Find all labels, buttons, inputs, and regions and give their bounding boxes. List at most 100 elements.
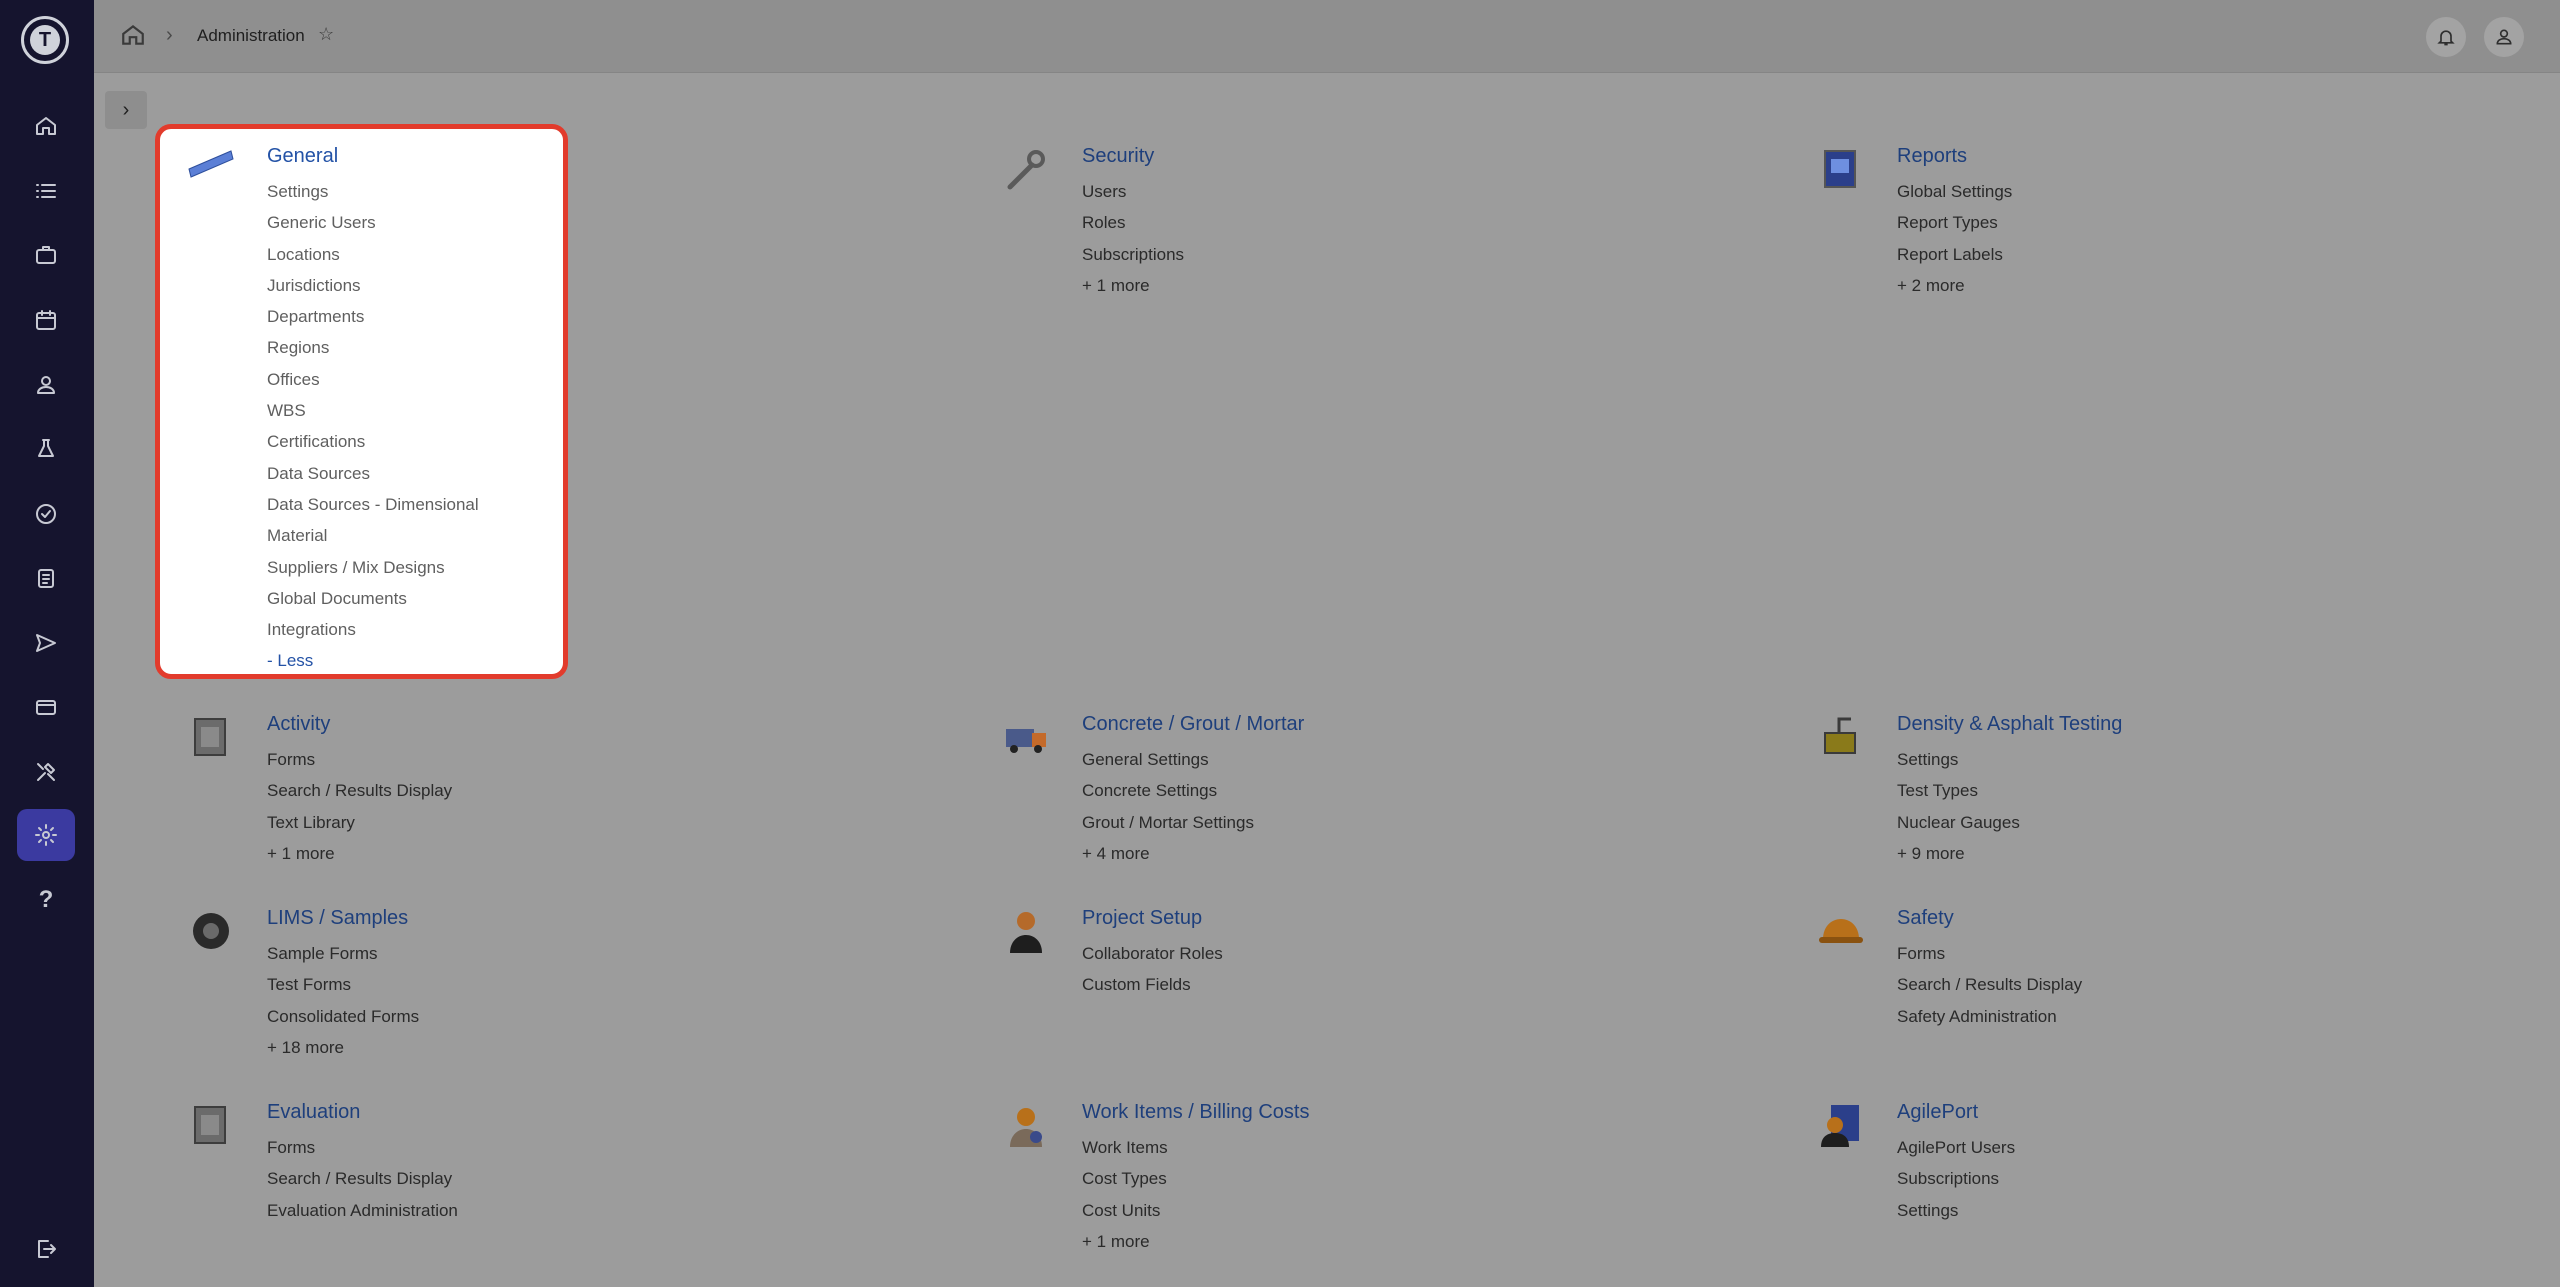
link-roles[interactable]: Roles	[1082, 212, 1184, 243]
link-generic-users[interactable]: Generic Users	[267, 212, 479, 243]
more-link[interactable]: + 9 more	[1897, 843, 2020, 874]
favorite-star-icon[interactable]: ☆	[318, 24, 334, 45]
section-title[interactable]: Concrete / Grout / Mortar	[1082, 713, 1304, 736]
link-users[interactable]: Users	[1082, 181, 1184, 212]
link-collaborator-roles[interactable]: Collaborator Roles	[1082, 943, 1223, 974]
link-search-results-display[interactable]: Search / Results Display	[267, 1168, 458, 1199]
nav-list[interactable]	[17, 165, 75, 217]
link-consolidated-forms[interactable]: Consolidated Forms	[267, 1006, 419, 1037]
credit-card-icon	[36, 700, 56, 715]
send-icon	[36, 634, 56, 652]
section-title[interactable]: Safety	[1897, 907, 1954, 930]
more-link[interactable]: + 1 more	[267, 843, 452, 874]
section-title[interactable]: General	[267, 145, 338, 168]
link-suppliers-mix-designs[interactable]: Suppliers / Mix Designs	[267, 557, 479, 588]
link-subscriptions[interactable]: Subscriptions	[1082, 244, 1184, 275]
link-grout-mortar-settings[interactable]: Grout / Mortar Settings	[1082, 812, 1254, 843]
app-logo[interactable]: T	[21, 16, 69, 64]
link-report-labels[interactable]: Report Labels	[1897, 244, 2012, 275]
nav-lab[interactable]	[17, 423, 75, 475]
breadcrumb-separator-icon: ›	[166, 24, 173, 46]
nav-home[interactable]	[17, 100, 75, 152]
link-search-results-display[interactable]: Search / Results Display	[267, 780, 452, 811]
expand-panel-button[interactable]: ›	[105, 91, 147, 129]
user-menu-button[interactable]	[2484, 17, 2524, 57]
more-link[interactable]: + 1 more	[1082, 275, 1184, 306]
link-test-types[interactable]: Test Types	[1897, 780, 2020, 811]
nav-calendar[interactable]	[17, 294, 75, 346]
link-wbs[interactable]: WBS	[267, 400, 479, 431]
link-sample-forms[interactable]: Sample Forms	[267, 943, 419, 974]
left-nav-rail: T ?	[0, 0, 94, 1287]
compactor-icon	[1824, 717, 1856, 754]
link-subscriptions[interactable]: Subscriptions	[1897, 1168, 2015, 1199]
tools-icon	[37, 763, 55, 781]
link-work-items[interactable]: Work Items	[1082, 1137, 1168, 1168]
link-cost-types[interactable]: Cost Types	[1082, 1168, 1168, 1199]
nav-help[interactable]: ?	[17, 874, 75, 926]
breadcrumb-home[interactable]	[120, 22, 146, 48]
link-offices[interactable]: Offices	[267, 369, 479, 400]
section-title[interactable]: Reports	[1897, 145, 1967, 168]
concrete-truck-icon	[1006, 729, 1046, 753]
nav-billing[interactable]	[17, 681, 75, 733]
link-regions[interactable]: Regions	[267, 337, 479, 368]
more-link[interactable]: + 2 more	[1897, 275, 2012, 306]
notifications-button[interactable]	[2426, 17, 2466, 57]
link-forms[interactable]: Forms	[267, 749, 452, 780]
link-material[interactable]: Material	[267, 525, 479, 556]
link-cost-units[interactable]: Cost Units	[1082, 1200, 1168, 1231]
section-title[interactable]: Evaluation	[267, 1101, 360, 1124]
home-icon	[122, 24, 144, 45]
link-certifications[interactable]: Certifications	[267, 431, 479, 462]
link-data-sources-dimensional[interactable]: Data Sources - Dimensional	[267, 494, 479, 525]
link-concrete-settings[interactable]: Concrete Settings	[1082, 780, 1254, 811]
calendar-icon	[36, 310, 56, 330]
home-icon	[36, 117, 56, 135]
nav-people[interactable]	[17, 359, 75, 411]
link-departments[interactable]: Departments	[267, 306, 479, 337]
nav-logout[interactable]	[17, 1223, 75, 1275]
more-link[interactable]: + 1 more	[1082, 1231, 1168, 1262]
nav-tools[interactable]	[17, 746, 75, 798]
link-general-settings[interactable]: General Settings	[1082, 749, 1254, 780]
link-search-results-display[interactable]: Search / Results Display	[1897, 974, 2082, 1005]
link-report-types[interactable]: Report Types	[1897, 212, 2012, 243]
link-global-documents[interactable]: Global Documents	[267, 588, 479, 619]
more-link[interactable]: + 18 more	[267, 1037, 419, 1068]
section-title[interactable]: Security	[1082, 145, 1154, 168]
logo-mark: T	[30, 25, 60, 55]
section-title[interactable]: Project Setup	[1082, 907, 1202, 930]
link-jurisdictions[interactable]: Jurisdictions	[267, 275, 479, 306]
section-title[interactable]: Density & Asphalt Testing	[1897, 713, 2122, 736]
link-global-settings[interactable]: Global Settings	[1897, 181, 2012, 212]
link-locations[interactable]: Locations	[267, 244, 479, 275]
link-settings[interactable]: Settings	[1897, 749, 2020, 780]
link-forms[interactable]: Forms	[267, 1137, 458, 1168]
section-title[interactable]: Work Items / Billing Costs	[1082, 1101, 1309, 1124]
section-title[interactable]: Activity	[267, 713, 330, 736]
nav-reports[interactable]	[17, 552, 75, 604]
nav-administration[interactable]	[17, 809, 75, 861]
top-bar: › Administration ☆	[94, 0, 2560, 73]
section-title[interactable]: AgilePort	[1897, 1101, 1978, 1124]
section-title[interactable]: LIMS / Samples	[267, 907, 408, 930]
link-settings[interactable]: Settings	[1897, 1200, 2015, 1231]
show-less-link[interactable]: - Less	[267, 650, 479, 681]
more-link[interactable]: + 4 more	[1082, 843, 1254, 874]
link-agileport-users[interactable]: AgilePort Users	[1897, 1137, 2015, 1168]
link-custom-fields[interactable]: Custom Fields	[1082, 974, 1223, 1005]
link-data-sources[interactable]: Data Sources	[267, 463, 479, 494]
link-integrations[interactable]: Integrations	[267, 619, 479, 650]
link-test-forms[interactable]: Test Forms	[267, 974, 419, 1005]
ruler-icon	[188, 150, 234, 178]
nav-send[interactable]	[17, 617, 75, 669]
nav-projects[interactable]	[17, 229, 75, 281]
link-text-library[interactable]: Text Library	[267, 812, 452, 843]
link-settings[interactable]: Settings	[267, 181, 479, 212]
link-safety-administration[interactable]: Safety Administration	[1897, 1006, 2082, 1037]
link-forms[interactable]: Forms	[1897, 943, 2082, 974]
nav-quality[interactable]	[17, 488, 75, 540]
link-nuclear-gauges[interactable]: Nuclear Gauges	[1897, 812, 2020, 843]
link-evaluation-administration[interactable]: Evaluation Administration	[267, 1200, 458, 1231]
